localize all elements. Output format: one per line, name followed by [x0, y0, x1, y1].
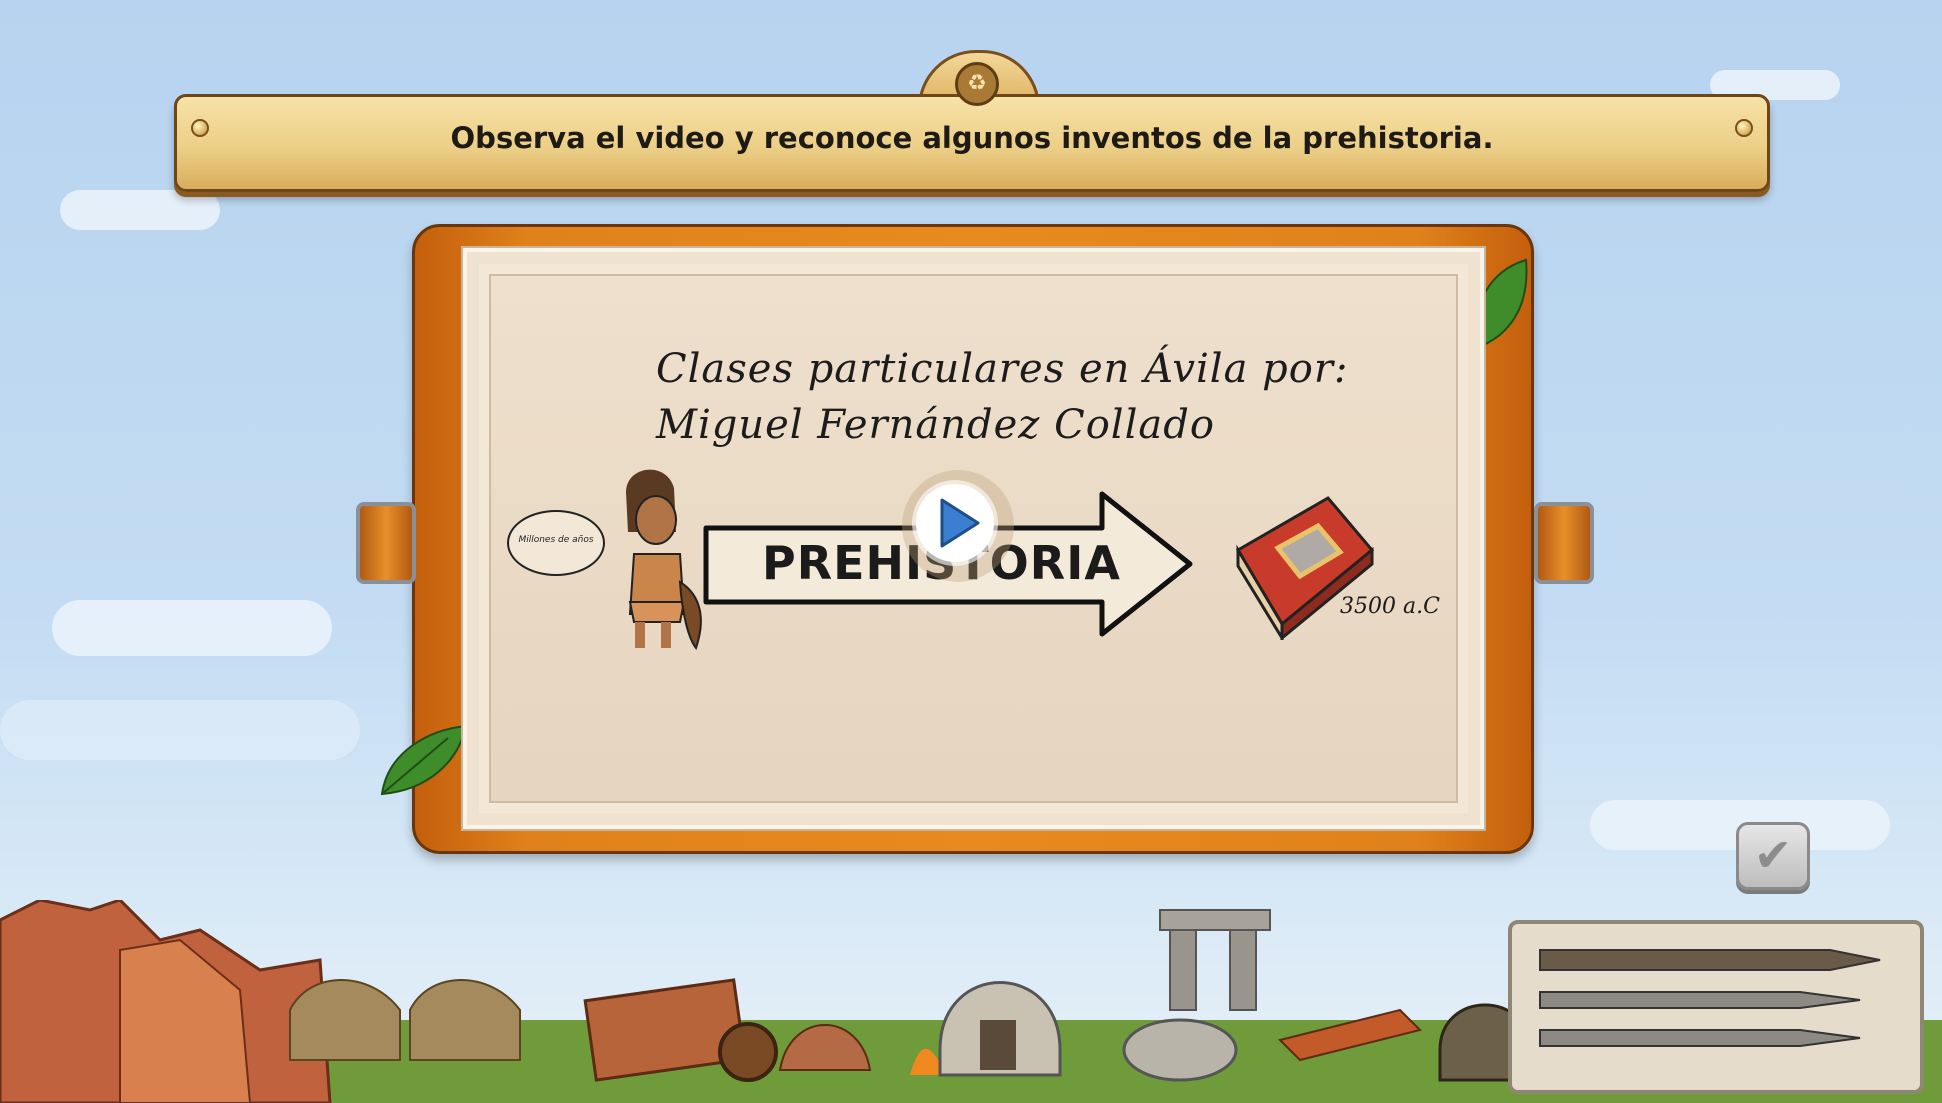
instruction-banner: Observa el video y reconoce algunos inve…: [174, 94, 1770, 192]
cloud: [60, 190, 220, 230]
video-caption-line1: Clases particulares en Ávila por:: [656, 346, 1349, 392]
date-label: 3500 a.C: [1340, 594, 1440, 619]
prehistoric-landscape: [0, 900, 1942, 1103]
caveman-illustration: [626, 469, 702, 651]
play-button-face: [916, 484, 994, 562]
play-icon: [940, 498, 980, 548]
video-caption-line2: Miguel Fernández Collado: [656, 402, 1215, 448]
recycle-icon: ♻: [955, 62, 999, 106]
speech-bubble: Millones de años: [507, 510, 605, 576]
speech-bubble-text: Millones de años: [518, 535, 594, 545]
instruction-text: Observa el video y reconoce algunos inve…: [450, 121, 1494, 155]
cloud: [52, 600, 332, 656]
cloud: [0, 700, 360, 760]
leaf-decoration: [380, 724, 468, 796]
check-button[interactable]: ✔: [1736, 822, 1810, 890]
frame-clip-right: [1534, 502, 1594, 584]
frame-clip-left: [356, 502, 416, 584]
check-icon: ✔: [1753, 828, 1793, 882]
play-button[interactable]: [902, 470, 1014, 582]
